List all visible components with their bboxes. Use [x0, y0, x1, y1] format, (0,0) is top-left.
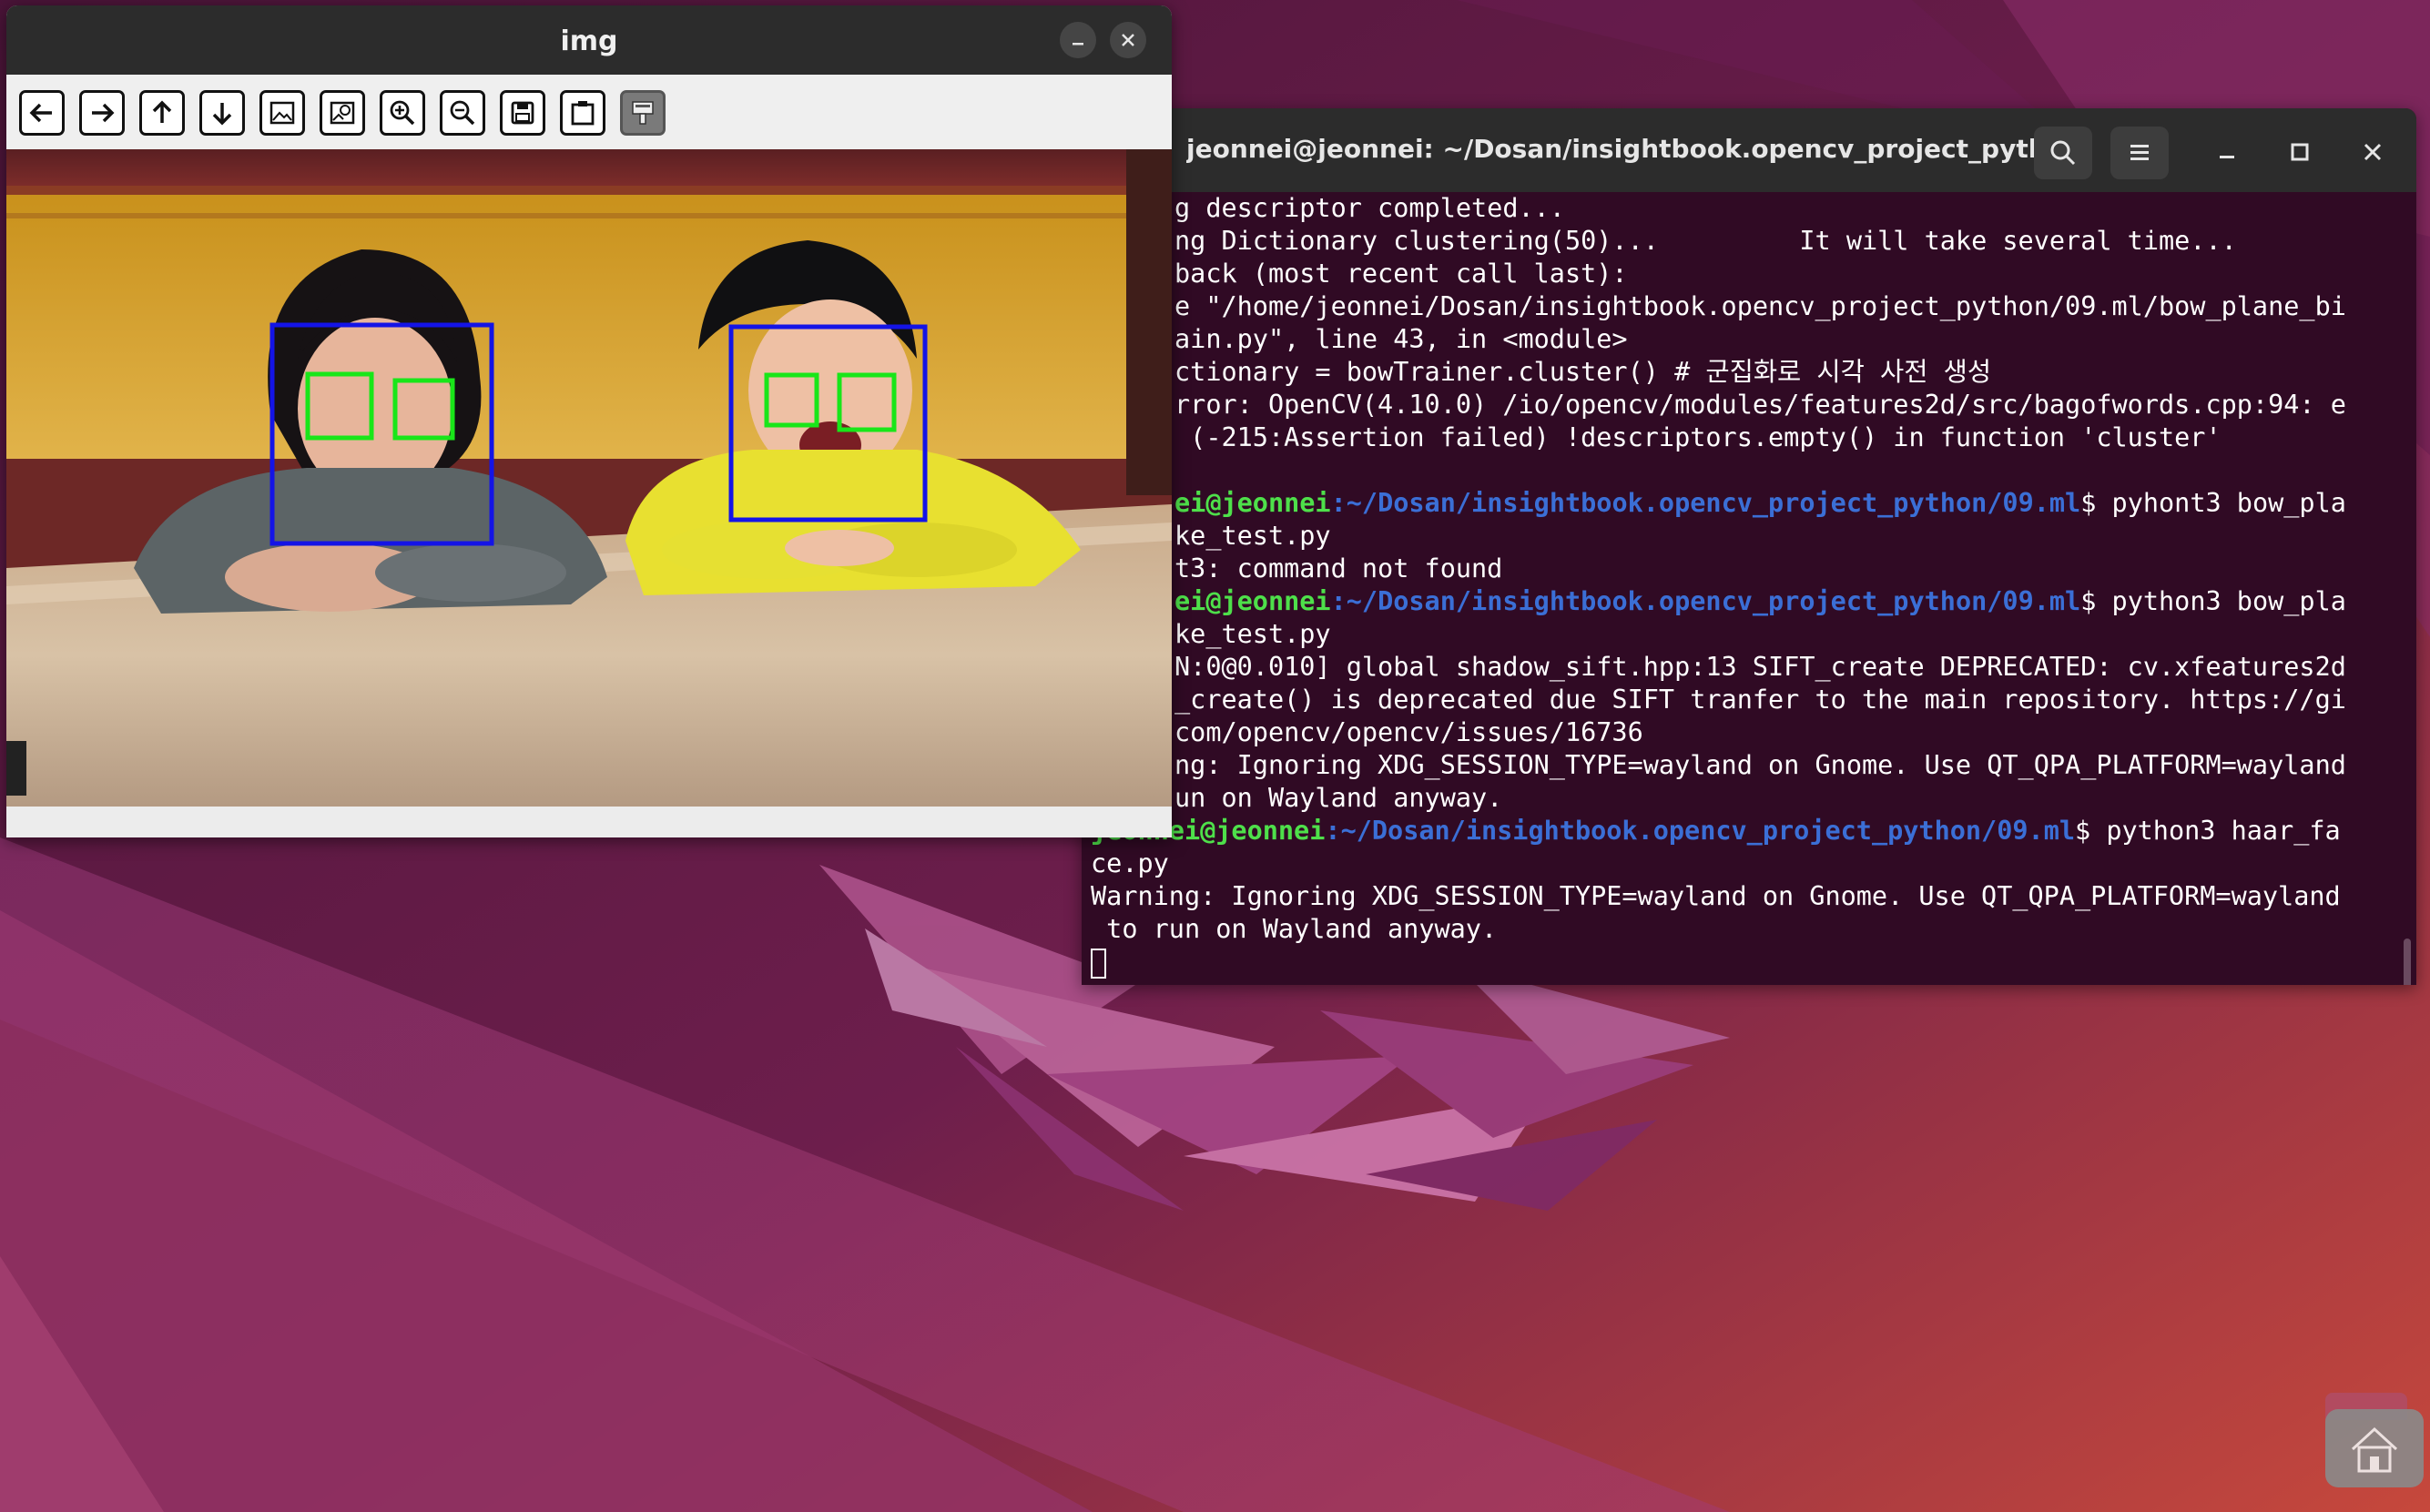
terminal-line: un on Wayland anyway.: [1174, 783, 1503, 813]
terminal-line: e "/home/jeonnei/Dosan/insightbook.openc…: [1174, 291, 2346, 321]
terminal-cursor: [1091, 948, 1106, 979]
home-folder-button[interactable]: [2325, 1409, 2424, 1487]
prompt-path: ~/Dosan/insightbook.opencv_project_pytho…: [1340, 816, 2076, 846]
zoom-original-button[interactable]: [259, 90, 305, 136]
terminal-line: to run on Wayland anyway.: [1091, 914, 1498, 944]
zoom-in-button[interactable]: [380, 90, 425, 136]
terminal-line: ke_test.py: [1174, 521, 1331, 551]
terminal-line: back (most recent call last):: [1174, 259, 1628, 289]
terminal-line: g descriptor completed...: [1174, 193, 1565, 223]
terminal-line: rror: OpenCV(4.10.0) /io/opencv/modules/…: [1174, 390, 2346, 420]
terminal-line: ain.py", line 43, in <module>: [1174, 324, 1628, 354]
prompt-command: $ python3 haar_fa: [2075, 816, 2341, 846]
terminal-title: jeonnei@jeonnei: ~/Dosan/insightbook.ope…: [1186, 134, 2076, 164]
prompt-path: ~/Dosan/insightbook.opencv_project_pytho…: [1346, 488, 2081, 518]
clipboard-icon: [571, 101, 595, 126]
terminal-line: ng Dictionary clustering(50)... It will …: [1174, 226, 2237, 256]
terminal-line: ng: Ignoring XDG_SESSION_TYPE=wayland on…: [1174, 750, 2346, 780]
home-icon: [2351, 1426, 2398, 1473]
terminal-line: ke_test.py: [1174, 619, 1331, 649]
terminal-line: ce.py: [1091, 848, 1169, 878]
arrow-right-icon: [92, 103, 115, 123]
arrow-left-icon: [29, 103, 52, 123]
properties-button[interactable]: [620, 90, 666, 136]
zoom-out-button[interactable]: [440, 90, 485, 136]
close-icon[interactable]: [2356, 136, 2389, 168]
menu-icon: [2130, 145, 2149, 160]
terminal-line: [1082, 946, 2416, 979]
img-statusbar: [6, 807, 1172, 837]
terminal-header[interactable]: jeonnei@jeonnei: ~/Dosan/insightbook.ope…: [1082, 108, 2416, 192]
close-icon: [1122, 34, 1134, 46]
terminal-line: ctionary = bowTrainer.cluster() # 군집화로 시…: [1174, 357, 1992, 387]
terminal-line: ei@jeonnei:~/Dosan/insightbook.opencv_pr…: [1082, 585, 2416, 618]
img-minimize-button[interactable]: [1060, 22, 1096, 58]
copy-to-clipboard-button[interactable]: [560, 90, 605, 136]
prompt-separator: :: [1330, 488, 1347, 518]
terminal-line: _create() is deprecated due SIFT tranfer…: [1174, 685, 2346, 715]
terminal-lines: g descriptor completed... ng Dictionary c…: [1082, 192, 2416, 979]
search-icon: [2050, 140, 2076, 166]
minimize-icon: [1073, 43, 1083, 46]
prompt-separator: :: [1325, 816, 1341, 846]
pan-up-button[interactable]: [139, 90, 185, 136]
prompt-command: $ pyhont3 bow_pla: [2080, 488, 2346, 518]
pan-down-button[interactable]: [199, 90, 245, 136]
terminal-scrollbar[interactable]: [2404, 939, 2411, 985]
zoom-in-icon: [390, 100, 415, 126]
photo-canvas: [6, 149, 1172, 807]
maximize-icon[interactable]: [2283, 136, 2316, 168]
save-button[interactable]: [500, 90, 545, 136]
image-icon: [269, 101, 295, 125]
terminal-window[interactable]: jeonnei@jeonnei: ~/Dosan/insightbook.ope…: [1082, 108, 2416, 985]
zoom-out-icon: [450, 100, 475, 126]
terminal-search-button[interactable]: [2034, 127, 2092, 179]
prompt-separator: :: [1330, 586, 1347, 616]
terminal-output[interactable]: g descriptor completed... ng Dictionary c…: [1082, 192, 2416, 985]
terminal-line: N:0@0.010] global shadow_sift.hpp:13 SIF…: [1174, 652, 2346, 682]
arrow-down-icon: [212, 103, 232, 126]
img-toolbar: [6, 75, 1172, 149]
prompt-path: ~/Dosan/insightbook.opencv_project_pytho…: [1346, 586, 2081, 616]
prompt-command: $ python3 bow_pla: [2080, 586, 2346, 616]
pan-left-button[interactable]: [19, 90, 65, 136]
detection-image[interactable]: [6, 149, 1172, 807]
prompt-user: ei@jeonnei: [1174, 586, 1331, 616]
zoom-fit-button[interactable]: [320, 90, 365, 136]
terminal-line: t3: command not found: [1174, 553, 1503, 583]
terminal-menu-button[interactable]: [2110, 127, 2169, 179]
terminal-line: Warning: Ignoring XDG_SESSION_TYPE=wayla…: [1091, 881, 2341, 911]
img-window-header[interactable]: img: [6, 5, 1172, 75]
terminal-line: ei@jeonnei:~/Dosan/insightbook.opencv_pr…: [1082, 487, 2416, 520]
terminal-line: com/opencv/opencv/issues/16736: [1174, 717, 1643, 747]
arrow-up-icon: [152, 100, 172, 123]
image-search-icon: [330, 101, 355, 125]
img-window[interactable]: img: [6, 5, 1172, 837]
minimize-icon[interactable]: [2211, 136, 2243, 168]
pan-right-button[interactable]: [79, 90, 125, 136]
terminal-line: jeonnei@jeonnei:~/Dosan/insightbook.open…: [1082, 815, 2416, 847]
save-icon: [511, 101, 534, 125]
img-close-button[interactable]: [1110, 22, 1146, 58]
terminal-line: (-215:Assertion failed) !descriptors.emp…: [1174, 422, 2222, 452]
paint-icon: [632, 101, 654, 125]
img-window-title: img: [560, 25, 618, 57]
prompt-user: ei@jeonnei: [1174, 488, 1331, 518]
